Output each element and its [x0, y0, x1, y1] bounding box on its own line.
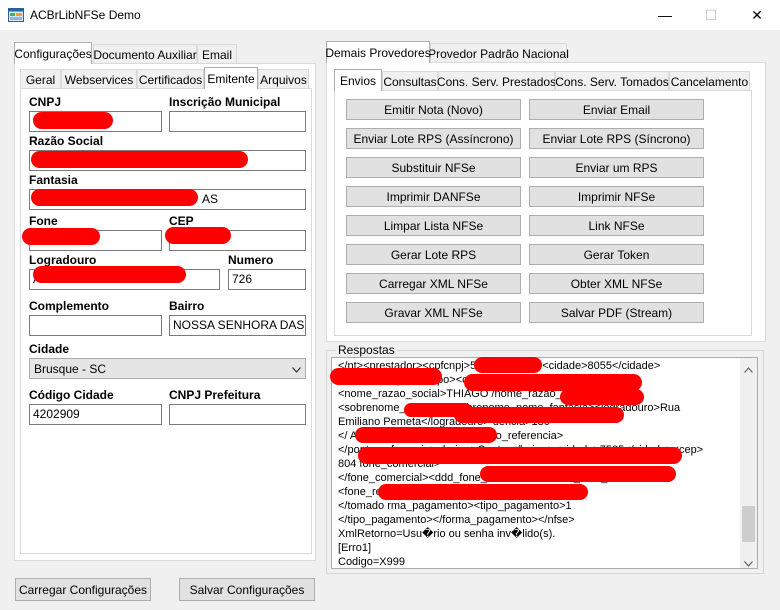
fone-label: Fone — [29, 214, 58, 228]
tab-email[interactable]: Email — [197, 44, 237, 64]
limpar-lista-nfse-button[interactable]: Limpar Lista NFSe — [346, 215, 521, 236]
cnpj-prefeitura-label: CNPJ Prefeitura — [169, 388, 261, 402]
imprimir-nfse-button[interactable]: Imprimir NFSe — [529, 186, 704, 207]
subtab-cons-serv-prestados[interactable]: Cons. Serv. Prestados — [437, 71, 556, 91]
cep-label: CEP — [169, 214, 194, 228]
tab-demais-provedores[interactable]: Demais Provedores — [325, 41, 431, 63]
enviar-lote-rps-assincrono-button[interactable]: Enviar Lote RPS (Assíncrono) — [346, 128, 521, 149]
redaction-mark — [33, 112, 113, 129]
subtab-consultas[interactable]: Consultas — [382, 71, 438, 91]
complemento-label: Complemento — [29, 299, 110, 313]
redaction-mark — [378, 484, 588, 500]
redaction-mark — [454, 407, 624, 423]
enviar-email-button[interactable]: Enviar Email — [529, 99, 704, 120]
cidade-label: Cidade — [29, 342, 70, 356]
numero-label: Numero — [228, 253, 274, 267]
redaction-mark — [165, 227, 231, 244]
cidade-select[interactable]: Brusque - SC — [29, 358, 306, 379]
close-button[interactable]: ✕ — [734, 0, 780, 30]
subtab-emitente[interactable]: Emitente — [204, 67, 258, 89]
subtab-cancelamento[interactable]: Cancelamento — [669, 71, 750, 91]
response-line: XmlRetorno=Usu�rio ou senha inv�lido(s). — [338, 528, 556, 540]
scroll-up-icon[interactable] — [744, 362, 753, 376]
fantasia-label: Fantasia — [29, 173, 78, 187]
redaction-mark — [22, 228, 100, 245]
emitir-nota-novo-button[interactable]: Emitir Nota (Novo) — [346, 99, 521, 120]
chevron-down-icon — [292, 362, 301, 376]
razao-social-label: Razão Social — [29, 134, 104, 148]
redaction-mark — [358, 447, 682, 464]
codigo-cidade-field[interactable]: 4202909 — [29, 404, 162, 425]
cnpj-prefeitura-field[interactable] — [169, 404, 306, 425]
redaction-mark — [330, 368, 442, 385]
scroll-down-icon[interactable] — [744, 556, 753, 568]
redaction-mark — [480, 466, 676, 482]
gravar-xml-nfse-button[interactable]: Gravar XML NFSe — [346, 302, 521, 323]
cnpj-label: CNPJ — [29, 95, 62, 109]
subtab-certificados[interactable]: Certificados — [137, 69, 204, 89]
salvar-configuracoes-button[interactable]: Salvar Configurações — [179, 578, 315, 601]
redaction-mark — [33, 266, 186, 283]
salvar-pdf-stream-button[interactable]: Salvar PDF (Stream) — [529, 302, 704, 323]
redaction-mark — [355, 427, 497, 443]
scroll-thumb[interactable] — [742, 506, 755, 542]
cidade-select-value: Brusque - SC — [34, 361, 107, 376]
app-window-icon — [8, 8, 24, 22]
subtab-arquivos[interactable]: Arquivos — [258, 69, 309, 89]
subtab-webservices[interactable]: Webservices — [61, 69, 137, 89]
carregar-configuracoes-button[interactable]: Carregar Configurações — [15, 578, 151, 601]
numero-field[interactable]: 726 — [228, 269, 306, 290]
logradouro-label: Logradouro — [29, 253, 97, 267]
enviar-um-rps-button[interactable]: Enviar um RPS — [529, 157, 704, 178]
tab-documento-auxiliar[interactable]: Documento Auxiliar — [93, 44, 197, 64]
inscricao-municipal-field[interactable] — [169, 111, 306, 132]
bairro-label: Bairro — [169, 299, 205, 313]
subtab-cons-serv-tomados[interactable]: Cons. Serv. Tomados — [555, 71, 669, 91]
enviar-lote-rps-sincrono-button[interactable]: Enviar Lote RPS (Síncrono) — [529, 128, 704, 149]
imprimir-danfse-button[interactable]: Imprimir DANFSe — [346, 186, 521, 207]
gerar-token-button[interactable]: Gerar Token — [529, 244, 704, 265]
obter-xml-nfse-button[interactable]: Obter XML NFSe — [529, 273, 704, 294]
gerar-lote-rps-button[interactable]: Gerar Lote RPS — [346, 244, 521, 265]
inscricao-municipal-label: Inscrição Municipal — [169, 95, 281, 109]
redaction-mark — [474, 357, 542, 373]
tab-provedor-padrao-nacional[interactable]: Provedor Padrão Nacional — [428, 43, 569, 63]
subtab-geral[interactable]: Geral — [20, 69, 61, 89]
complemento-field[interactable] — [29, 315, 162, 336]
response-line: Codigo=X999 — [338, 556, 405, 568]
tab-configuracoes[interactable]: Configurações — [14, 42, 92, 64]
codigo-cidade-label: Código Cidade — [29, 388, 114, 402]
link-nfse-button[interactable]: Link NFSe — [529, 215, 704, 236]
carregar-xml-nfse-button[interactable]: Carregar XML NFSe — [346, 273, 521, 294]
redaction-mark — [560, 389, 644, 405]
response-line: </tomado rma_pagamento><tipo_pagamento>1 — [338, 500, 572, 512]
respostas-scrollbar[interactable] — [740, 358, 757, 568]
substituir-nfse-button[interactable]: Substituir NFSe — [346, 157, 521, 178]
response-line: [Erro1] — [338, 542, 372, 554]
redaction-mark — [31, 151, 248, 168]
title-bar: ACBrLibNFSe Demo — ☐ ✕ — [0, 0, 780, 30]
bairro-field[interactable]: NOSSA SENHORA DAS GI — [169, 315, 306, 336]
response-line: </tipo_pagamento></forma_pagamento></nfs… — [338, 514, 575, 526]
maximize-button[interactable]: ☐ — [688, 0, 734, 30]
minimize-button[interactable]: — — [642, 0, 688, 30]
respostas-title: Respostas — [336, 343, 397, 357]
redaction-mark — [31, 189, 198, 206]
subtab-envios[interactable]: Envios — [334, 69, 382, 91]
envios-panel — [334, 90, 752, 336]
window-title: ACBrLibNFSe Demo — [30, 8, 141, 22]
